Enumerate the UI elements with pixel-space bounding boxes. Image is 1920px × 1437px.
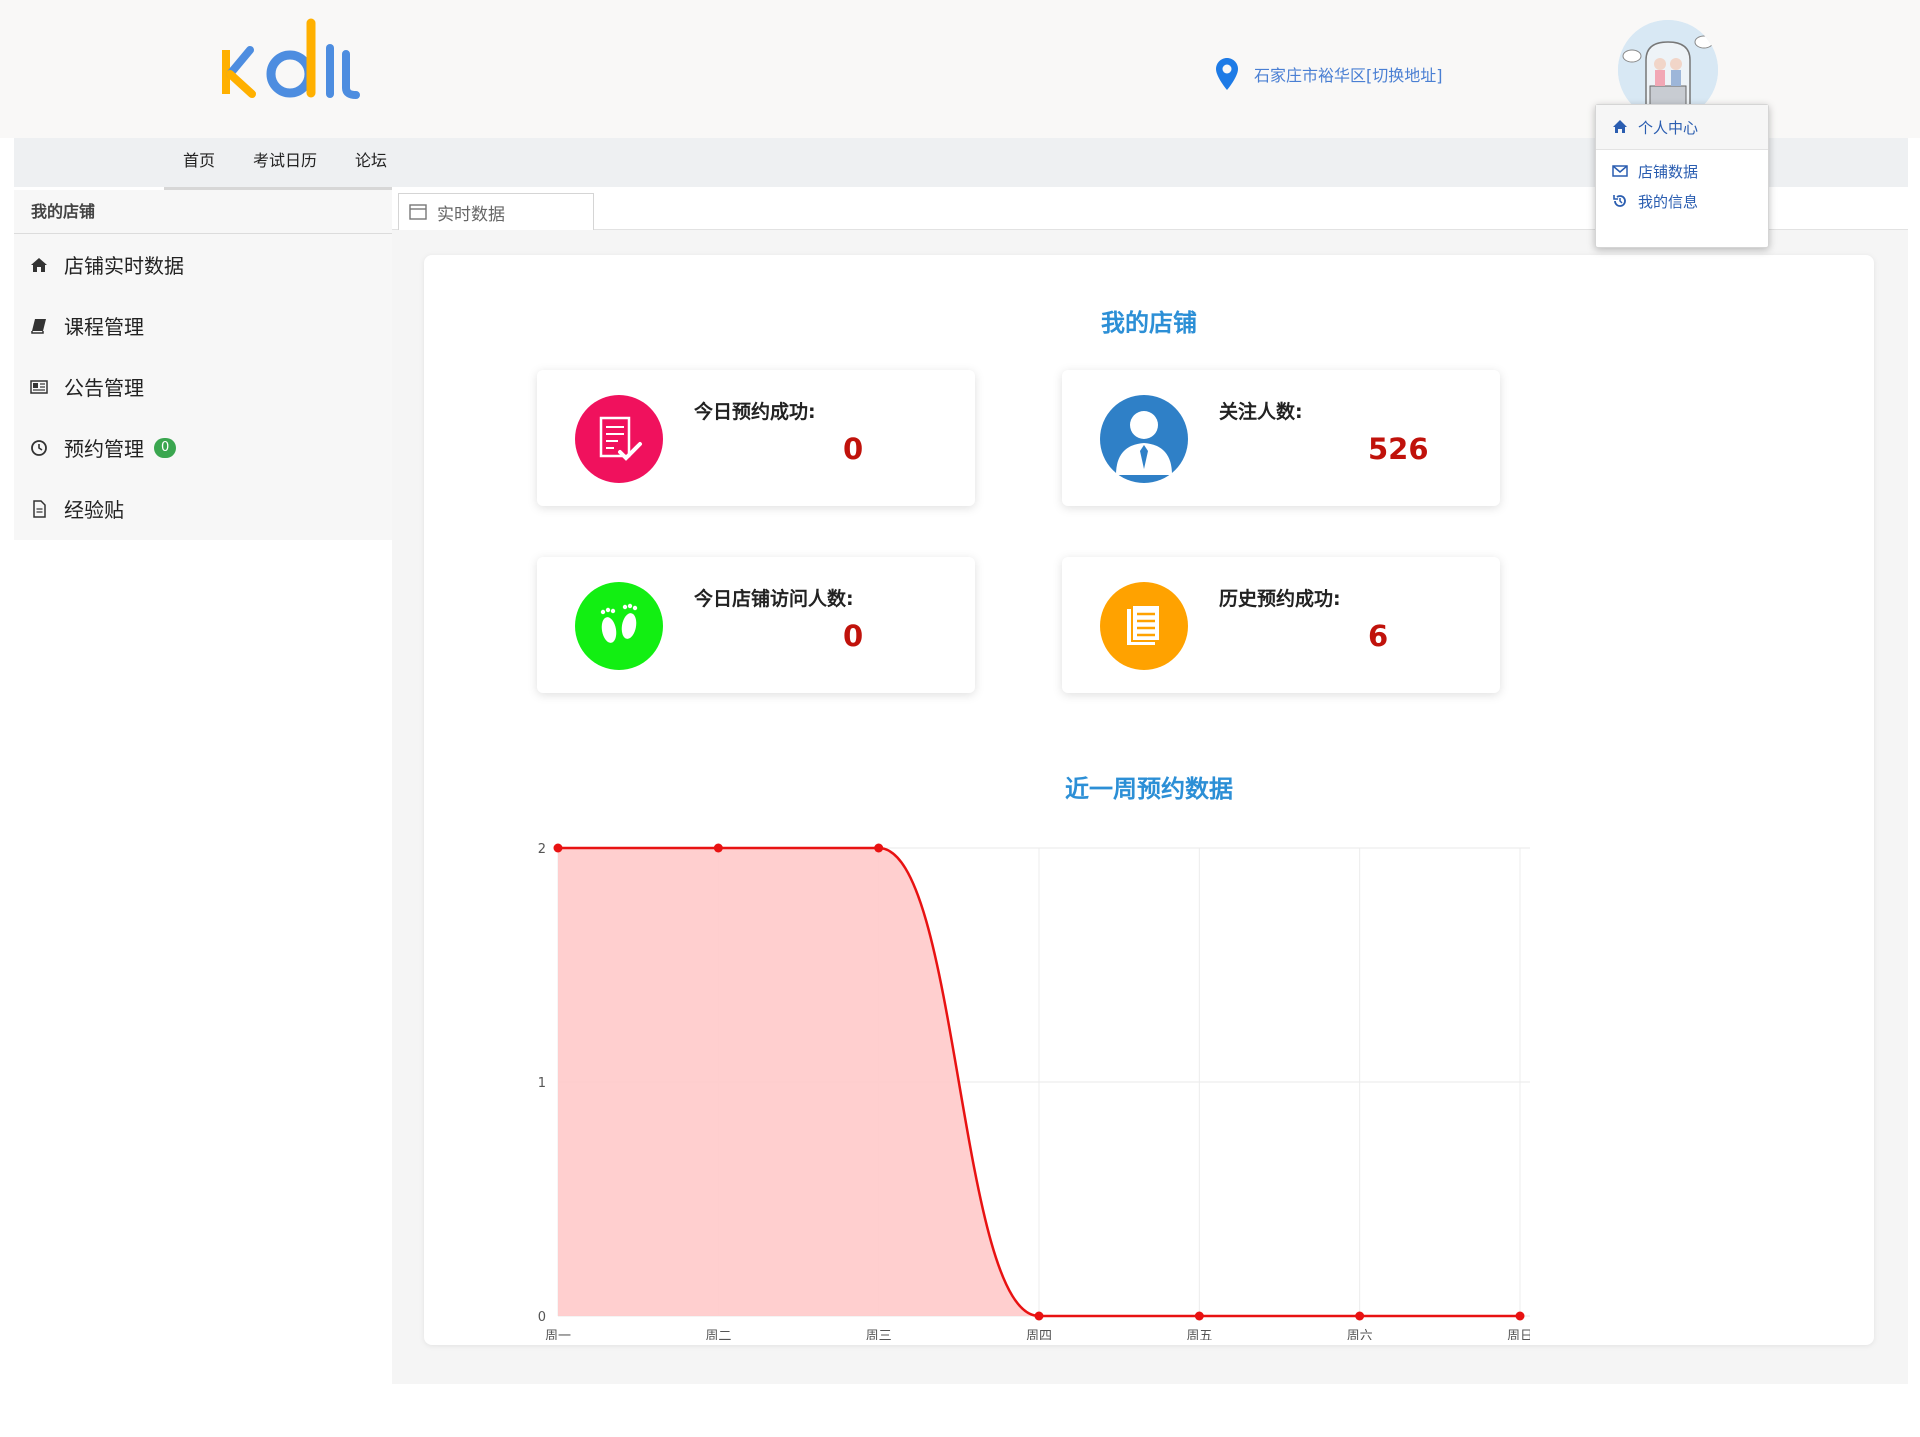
- person-icon: [1100, 395, 1188, 483]
- dropdown-header: 个人中心: [1596, 105, 1768, 150]
- data-point: [713, 843, 723, 853]
- x-tick-label: 周日: [1507, 1329, 1530, 1340]
- data-point: [874, 843, 884, 853]
- y-tick-label: 1: [538, 1076, 546, 1091]
- x-tick-label: 周三: [866, 1329, 892, 1340]
- stat-card-today-visitors: 今日店铺访问人数: 0: [537, 557, 975, 693]
- sidebar-item-store-realtime[interactable]: 店铺实时数据: [14, 234, 392, 295]
- x-tick-label: 周五: [1186, 1329, 1212, 1340]
- stat-label: 今日预约成功:: [694, 401, 816, 423]
- menu-item-label: 个人中心: [1638, 118, 1699, 137]
- stat-card-today-bookings: 今日预约成功: 0: [537, 370, 975, 506]
- nav-links: 首页 考试日历 论坛: [164, 138, 407, 190]
- sidebar-item-label: 经验贴: [64, 498, 124, 522]
- map-pin-icon: [1216, 58, 1238, 90]
- stat-value: 6: [1368, 619, 1389, 653]
- document-icon: [1100, 582, 1188, 670]
- stat-label: 今日店铺访问人数:: [694, 588, 854, 610]
- x-tick-label: 周四: [1026, 1329, 1052, 1340]
- envelope-icon: [1612, 165, 1628, 177]
- data-point: [1034, 1311, 1044, 1321]
- dropdown-list: 店铺数据 我的信息: [1596, 150, 1768, 216]
- sidebar-item-label: 店铺实时数据: [64, 254, 184, 278]
- stat-card-history-bookings: 历史预约成功: 6: [1062, 557, 1500, 693]
- user-dropdown-menu: 个人中心 店铺数据 我的信息: [1595, 104, 1769, 248]
- data-point: [1194, 1311, 1204, 1321]
- history-icon: [1613, 195, 1626, 207]
- menu-item-store-data[interactable]: 店铺数据: [1596, 156, 1768, 186]
- sidebar-item-course[interactable]: 课程管理: [14, 295, 392, 356]
- stat-label: 历史预约成功:: [1219, 588, 1341, 610]
- sidebar-item-experience[interactable]: 经验贴: [14, 478, 392, 539]
- footprints-icon: [575, 582, 663, 670]
- nav-item-home[interactable]: 首页: [164, 138, 234, 187]
- location-selector[interactable]: 石家庄市裕华区[切换地址]: [1216, 58, 1443, 90]
- newspaper-icon: [30, 379, 48, 394]
- home-icon: [31, 257, 47, 272]
- sidebar: 我的店铺 店铺实时数据 课程管理 公告管理 预约管理 0 经验贴: [14, 190, 392, 540]
- chart-heading: 近一周预约数据: [1065, 775, 1233, 803]
- y-tick-label: 2: [538, 842, 546, 857]
- book-icon: [31, 318, 46, 334]
- logo[interactable]: [218, 18, 368, 108]
- x-tick-label: 周一: [545, 1329, 571, 1340]
- data-point: [1515, 1311, 1525, 1321]
- sidebar-item-announcement[interactable]: 公告管理: [14, 356, 392, 417]
- x-tick-label: 周二: [705, 1329, 731, 1340]
- stat-value: 0: [843, 619, 864, 653]
- menu-item-personal-center[interactable]: 个人中心: [1596, 105, 1768, 149]
- checklist-icon: [575, 395, 663, 483]
- sidebar-item-label: 公告管理: [64, 376, 144, 400]
- menu-item-label: 店铺数据: [1638, 162, 1699, 181]
- file-icon: [33, 499, 46, 518]
- home-icon: [1613, 120, 1627, 133]
- stat-value: 526: [1368, 432, 1429, 466]
- location-text[interactable]: 石家庄市裕华区[切换地址]: [1254, 62, 1443, 86]
- stat-card-followers: 关注人数: 526: [1062, 370, 1500, 506]
- data-point: [1355, 1311, 1365, 1321]
- tab-label: 实时数据: [437, 204, 505, 225]
- x-tick-label: 周六: [1347, 1329, 1373, 1340]
- nav-item-exam-calendar[interactable]: 考试日历: [234, 138, 336, 187]
- sidebar-item-booking[interactable]: 预约管理 0: [14, 417, 392, 478]
- data-point: [553, 843, 563, 853]
- nav-item-forum[interactable]: 论坛: [336, 138, 406, 187]
- tab-realtime-data[interactable]: 实时数据: [398, 193, 594, 230]
- menu-item-label: 我的信息: [1638, 192, 1699, 211]
- sidebar-item-label: 预约管理: [64, 437, 144, 461]
- sidebar-title: 我的店铺: [14, 190, 392, 234]
- weekly-bookings-chart: 0 1 2 周一 周二 周三 周四 周五 周六 周日: [538, 842, 1530, 1340]
- menu-item-my-info[interactable]: 我的信息: [1596, 186, 1768, 216]
- panel-heading: 我的店铺: [1101, 309, 1197, 337]
- stat-label: 关注人数:: [1219, 401, 1303, 423]
- stat-value: 0: [843, 432, 864, 466]
- booking-count-badge: 0: [154, 437, 177, 458]
- sidebar-item-label: 课程管理: [64, 315, 144, 339]
- window-icon: [409, 204, 427, 220]
- clock-icon: [31, 439, 47, 456]
- y-tick-label: 0: [538, 1310, 546, 1325]
